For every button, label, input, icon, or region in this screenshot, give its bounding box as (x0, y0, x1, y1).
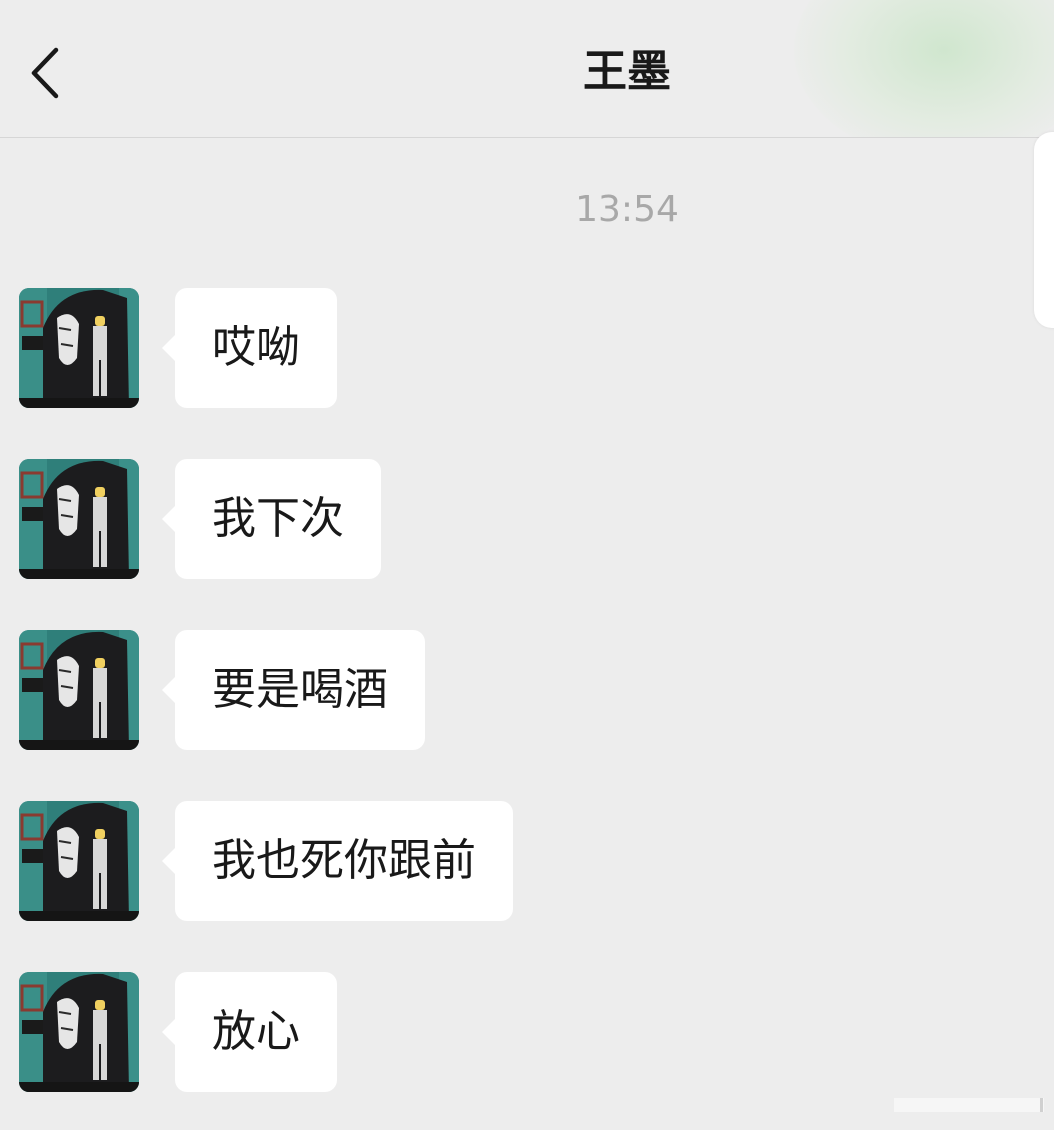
avatar[interactable] (19, 459, 139, 579)
message-bubble[interactable]: 我也死你跟前 (162, 801, 513, 921)
avatar-image (19, 630, 139, 750)
avatar-image (19, 972, 139, 1092)
avatar[interactable] (19, 801, 139, 921)
avatar-image (19, 459, 139, 579)
avatar[interactable] (19, 288, 139, 408)
avatar[interactable] (19, 972, 139, 1092)
watermark-bar (894, 1098, 1044, 1112)
avatar[interactable] (19, 630, 139, 750)
avatar-image (19, 288, 139, 408)
message-bubble[interactable]: 放心 (162, 972, 337, 1092)
message-bubble[interactable]: 我下次 (162, 459, 381, 579)
avatar-image (19, 801, 139, 921)
message-bubble[interactable]: 要是喝酒 (162, 630, 425, 750)
message-timestamp: 13:54 (575, 189, 679, 230)
chat-header: 王墨 (0, 0, 1054, 138)
chat-title: 王墨 (583, 46, 671, 97)
message-bubble[interactable]: 哎呦 (162, 288, 337, 408)
